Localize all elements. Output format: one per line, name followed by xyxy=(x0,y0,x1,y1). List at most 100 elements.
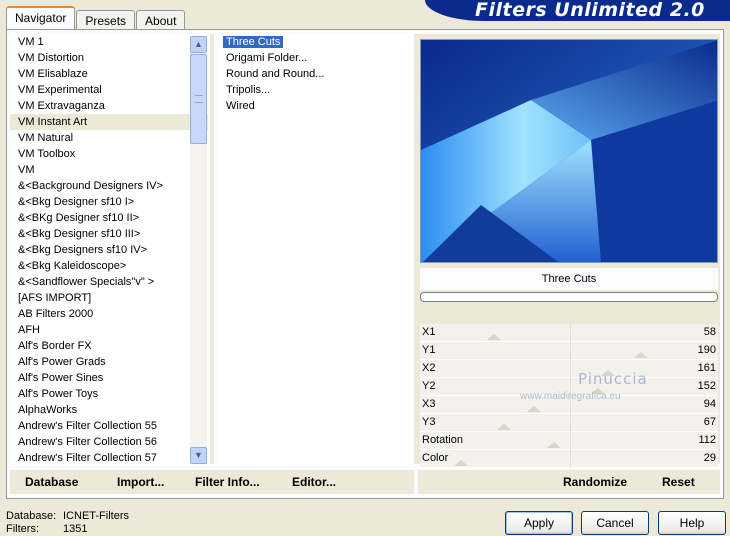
filters-count: 1351 xyxy=(63,523,88,535)
filter-item-label: Wired xyxy=(226,100,255,112)
app-title-banner: Filters Unlimited 2.0 xyxy=(425,0,730,21)
category-item[interactable]: Andrew's Filter Collection 57 xyxy=(10,450,208,464)
param-name: Y3 xyxy=(422,416,436,428)
filter-item[interactable]: Tripolis... xyxy=(218,82,413,98)
tab-presets[interactable]: Presets xyxy=(76,10,136,30)
slider-marker[interactable] xyxy=(547,442,561,448)
slider-marker[interactable] xyxy=(487,334,501,340)
slider-marker[interactable] xyxy=(527,406,541,412)
param-value: 161 xyxy=(697,362,716,374)
filter-item-label: Three Cuts xyxy=(223,36,284,48)
status-info: Database: ICNET-Filters Filters: 1351 xyxy=(6,510,129,536)
slider-marker[interactable] xyxy=(634,352,648,358)
tab-about[interactable]: About xyxy=(136,10,186,30)
category-item[interactable]: &<Bkg Designers sf10 IV> xyxy=(10,242,208,258)
param-name: Y2 xyxy=(422,380,436,392)
category-item[interactable]: VM Elisablaze xyxy=(10,66,208,82)
tab-bar: Navigator Presets About xyxy=(6,6,186,30)
scroll-down-button[interactable]: ▼ xyxy=(190,447,207,464)
category-item[interactable]: VM Distortion xyxy=(10,50,208,66)
category-item[interactable]: &<Bkg Designer sf10 I> xyxy=(10,194,208,210)
param-slider-x2[interactable]: X2 161 xyxy=(420,360,718,378)
param-name: Rotation xyxy=(422,434,463,446)
filter-info-button[interactable]: Filter Info... xyxy=(195,475,260,489)
category-item[interactable]: Andrew's Filter Collection 55 xyxy=(10,418,208,434)
import-button[interactable]: Import... xyxy=(117,475,164,489)
param-value: 67 xyxy=(703,416,716,428)
reset-button[interactable]: Reset xyxy=(662,475,695,489)
category-list[interactable]: VM 1 VM Distortion VM Elisablaze VM Experim… xyxy=(10,34,208,464)
param-slider-rotation[interactable]: Rotation 112 xyxy=(420,432,718,450)
param-value: 112 xyxy=(698,434,716,446)
database-value: ICNET-Filters xyxy=(63,510,129,522)
category-item[interactable]: VM 1 xyxy=(10,34,208,50)
category-item[interactable]: &<BKg Designer sf10 II> xyxy=(10,210,208,226)
category-item[interactable]: AB Filters 2000 xyxy=(10,306,208,322)
watermark-name: Pinuccia xyxy=(578,370,648,388)
filter-item[interactable]: Origami Folder... xyxy=(218,50,413,66)
editor-button[interactable]: Editor... xyxy=(292,475,336,489)
filter-item[interactable]: Wired xyxy=(218,98,413,114)
cancel-button[interactable]: Cancel xyxy=(581,511,649,535)
param-name: X3 xyxy=(422,398,436,410)
preview-image xyxy=(420,39,718,263)
scroll-thumb[interactable] xyxy=(190,54,207,144)
param-value: 190 xyxy=(697,344,716,356)
filter-item[interactable]: Round and Round... xyxy=(218,66,413,82)
scroll-up-button[interactable]: ▲ xyxy=(190,36,207,53)
param-slider-x1[interactable]: X1 58 xyxy=(420,324,718,342)
category-item[interactable]: AlphaWorks xyxy=(10,402,208,418)
param-value: 94 xyxy=(703,398,716,410)
param-name: X2 xyxy=(422,362,436,374)
category-item[interactable]: VM Instant Art xyxy=(10,114,208,130)
category-item[interactable]: [AFS IMPORT] xyxy=(10,290,208,306)
slider-center-tick xyxy=(570,324,571,342)
database-button[interactable]: Database xyxy=(25,475,78,489)
filter-item-label: Round and Round... xyxy=(226,68,325,80)
apply-button[interactable]: Apply xyxy=(505,511,573,535)
param-slider-y3[interactable]: Y3 67 xyxy=(420,414,718,432)
category-item[interactable]: VM Experimental xyxy=(10,82,208,98)
watermark-url: www.maidiregrafica.eu xyxy=(520,391,621,402)
filters-label: Filters: xyxy=(6,523,39,535)
current-filter-name: Three Cuts xyxy=(420,268,718,290)
tab-navigator[interactable]: Navigator xyxy=(6,6,76,30)
category-item[interactable]: VM Toolbox xyxy=(10,146,208,162)
category-item[interactable]: AFH xyxy=(10,322,208,338)
category-item[interactable]: &<Bkg Designer sf10 III> xyxy=(10,226,208,242)
slider-center-tick xyxy=(570,360,571,378)
slider-center-tick xyxy=(570,342,571,360)
category-item[interactable]: VM Extravaganza xyxy=(10,98,208,114)
help-button[interactable]: Help xyxy=(658,511,726,535)
category-scrollbar[interactable]: ▲ ▼ xyxy=(190,36,207,464)
slider-marker[interactable] xyxy=(454,460,468,466)
param-value: 58 xyxy=(703,326,716,338)
filter-item[interactable]: Three Cuts xyxy=(218,34,413,50)
param-name: Y1 xyxy=(422,344,436,356)
slider-center-tick xyxy=(570,414,571,432)
param-slider-color[interactable]: Color 29 xyxy=(420,450,718,468)
category-item[interactable]: Alf's Power Toys xyxy=(10,386,208,402)
preview-render xyxy=(421,40,717,262)
param-slider-y1[interactable]: Y1 190 xyxy=(420,342,718,360)
category-item[interactable]: Alf's Border FX xyxy=(10,338,208,354)
param-value: 152 xyxy=(697,380,716,392)
category-item[interactable]: Alf's Power Sines xyxy=(10,370,208,386)
slider-center-tick xyxy=(570,432,571,450)
list-splitter[interactable] xyxy=(210,34,214,464)
grip-icon xyxy=(195,95,203,103)
filter-item-label: Tripolis... xyxy=(226,84,271,96)
category-item[interactable]: Alf's Power Grads xyxy=(10,354,208,370)
slider-marker[interactable] xyxy=(497,424,511,430)
category-item[interactable]: &<Bkg Kaleidoscope> xyxy=(10,258,208,274)
category-item[interactable]: VM xyxy=(10,162,208,178)
category-item[interactable]: VM Natural xyxy=(10,130,208,146)
progress-bar xyxy=(420,292,718,302)
category-item[interactable]: Andrew's Filter Collection 56 xyxy=(10,434,208,450)
category-item[interactable]: &<Background Designers IV> xyxy=(10,178,208,194)
database-label: Database: xyxy=(6,510,57,522)
randomize-button[interactable]: Randomize xyxy=(563,475,627,489)
category-item[interactable]: &<Sandflower Specials"v" > xyxy=(10,274,208,290)
filter-list[interactable]: Three Cuts Origami Folder... Round and Rou… xyxy=(218,34,413,464)
param-name: X1 xyxy=(422,326,436,338)
